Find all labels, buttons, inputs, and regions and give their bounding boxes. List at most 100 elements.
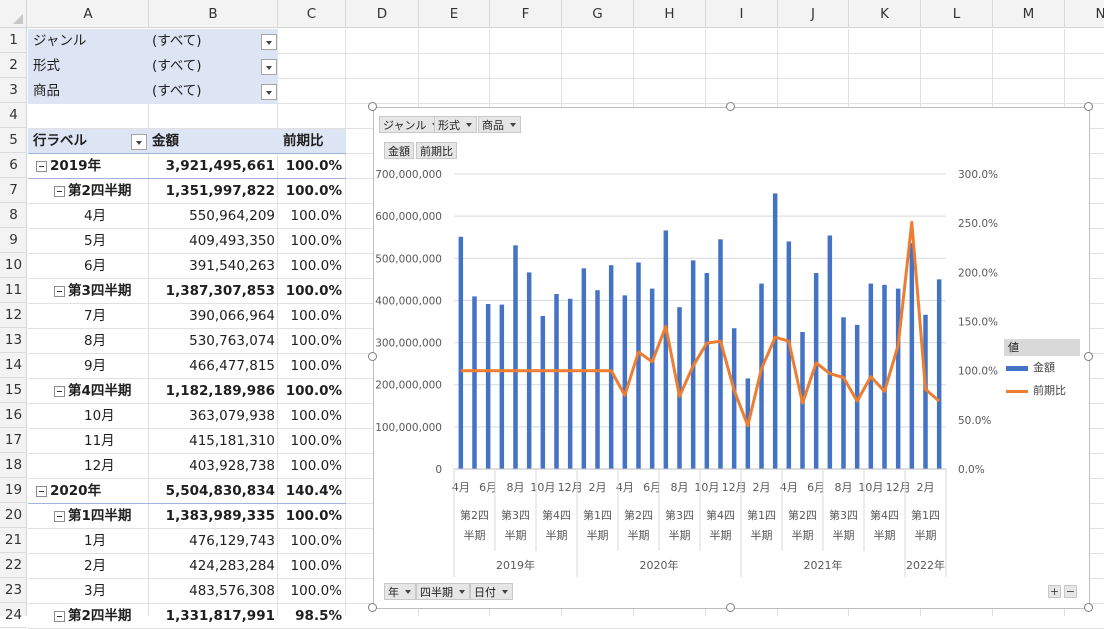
pivot-amount: 1,387,307,853 bbox=[165, 283, 275, 299]
column-header-m[interactable]: M bbox=[993, 0, 1065, 28]
filter-value[interactable]: (すべて) bbox=[152, 29, 202, 54]
resize-handle[interactable] bbox=[1084, 102, 1093, 111]
row-header-4[interactable]: 4 bbox=[0, 103, 27, 128]
row-header-18[interactable]: 18 bbox=[0, 453, 27, 478]
pivot-amount: 1,182,189,986 bbox=[165, 383, 275, 399]
y-tick-label: 700,000,000 bbox=[375, 169, 442, 181]
bar bbox=[608, 265, 614, 469]
column-header-b[interactable]: B bbox=[149, 0, 278, 28]
resize-handle[interactable] bbox=[726, 102, 735, 111]
bar bbox=[936, 279, 942, 469]
collapse-button[interactable] bbox=[54, 511, 65, 522]
row-header-11[interactable]: 11 bbox=[0, 278, 27, 303]
collapse-field-button[interactable]: − bbox=[1064, 585, 1077, 598]
quarter-label: 第4四 bbox=[706, 508, 735, 522]
row-header-19[interactable]: 19 bbox=[0, 478, 27, 503]
row-header-21[interactable]: 21 bbox=[0, 528, 27, 553]
collapse-button[interactable] bbox=[54, 186, 65, 197]
filter-dropdown-button[interactable] bbox=[261, 84, 277, 100]
collapse-button[interactable] bbox=[36, 161, 47, 172]
filter-dropdown-button[interactable] bbox=[261, 59, 277, 75]
bar bbox=[554, 294, 559, 469]
row-header-8[interactable]: 8 bbox=[0, 203, 27, 228]
column-header-a[interactable]: A bbox=[28, 0, 149, 28]
row-header-13[interactable]: 13 bbox=[0, 328, 27, 353]
pivot-ratio: 100.0% bbox=[290, 308, 342, 324]
bar bbox=[663, 230, 669, 469]
pivot-row-label: 第2四半期 bbox=[68, 183, 132, 199]
row-header-7[interactable]: 7 bbox=[0, 178, 27, 203]
bar bbox=[485, 303, 491, 469]
pivot-row-label: 6月 bbox=[84, 258, 107, 274]
filter-label: ジャンル bbox=[33, 33, 87, 49]
quarter-label-line2: 半期 bbox=[751, 528, 773, 542]
amount-header: 金額 bbox=[152, 133, 179, 149]
row-header-23[interactable]: 23 bbox=[0, 578, 27, 603]
bar bbox=[649, 288, 655, 469]
column-header-e[interactable]: E bbox=[419, 0, 490, 28]
pivot-amount: 403,928,738 bbox=[189, 458, 275, 474]
row-header-6[interactable]: 6 bbox=[0, 153, 27, 178]
filter-value[interactable]: (すべて) bbox=[152, 79, 202, 104]
row-header-10[interactable]: 10 bbox=[0, 253, 27, 278]
quarter-label: 第1四 bbox=[583, 508, 612, 522]
x-tick-label: 8月 bbox=[507, 481, 525, 494]
column-header-d[interactable]: D bbox=[346, 0, 419, 28]
row-header-20[interactable]: 20 bbox=[0, 503, 27, 528]
column-header-f[interactable]: F bbox=[490, 0, 562, 28]
y2-tick-label: 300.0% bbox=[958, 169, 998, 181]
row-header-1[interactable]: 1 bbox=[0, 28, 27, 53]
y-tick-label: 0 bbox=[435, 464, 442, 476]
pivot-row-label: 第4四半期 bbox=[68, 383, 132, 399]
x-tick-label: 8月 bbox=[671, 481, 689, 494]
row-header-16[interactable]: 16 bbox=[0, 403, 27, 428]
expand-field-button[interactable]: + bbox=[1048, 585, 1061, 598]
resize-handle[interactable] bbox=[368, 603, 377, 612]
row-header-17[interactable]: 17 bbox=[0, 428, 27, 453]
x-tick-label: 10月 bbox=[858, 481, 883, 494]
y-tick-label: 300,000,000 bbox=[375, 338, 442, 350]
column-header-g[interactable]: G bbox=[562, 0, 634, 28]
pivot-chart[interactable]: ジャンル 形式 商品 金額 前期比年四半期 日付 0 100,000,000 200,000,… bbox=[373, 107, 1090, 609]
resize-handle[interactable] bbox=[1084, 352, 1093, 361]
resize-handle[interactable] bbox=[368, 102, 377, 111]
pivot-ratio: 100.0% bbox=[290, 433, 342, 449]
quarter-label-line2: 半期 bbox=[874, 528, 896, 542]
row-header-12[interactable]: 12 bbox=[0, 303, 27, 328]
collapse-button[interactable] bbox=[36, 486, 47, 497]
column-header-j[interactable]: J bbox=[778, 0, 849, 28]
resize-handle[interactable] bbox=[368, 352, 377, 361]
filter-value[interactable]: (すべて) bbox=[152, 54, 202, 79]
collapse-button[interactable] bbox=[54, 611, 65, 622]
row-header-14[interactable]: 14 bbox=[0, 353, 27, 378]
filter-dropdown-button[interactable] bbox=[261, 34, 277, 50]
y2-tick-label: 200.0% bbox=[958, 267, 998, 279]
row-header-2[interactable]: 2 bbox=[0, 53, 27, 78]
column-header-l[interactable]: L bbox=[921, 0, 993, 28]
column-header-n[interactable]: N bbox=[1065, 0, 1104, 28]
pivot-row-label: 2019年 bbox=[50, 158, 102, 174]
column-header-k[interactable]: K bbox=[849, 0, 921, 28]
resize-handle[interactable] bbox=[726, 603, 735, 612]
x-tick-label: 12月 bbox=[886, 481, 911, 494]
row-header-15[interactable]: 15 bbox=[0, 378, 27, 403]
y-tick-label: 500,000,000 bbox=[375, 253, 442, 265]
row-labels-filter-button[interactable] bbox=[131, 134, 147, 150]
collapse-button[interactable] bbox=[54, 286, 65, 297]
column-header-h[interactable]: H bbox=[634, 0, 706, 28]
column-header-c[interactable]: C bbox=[278, 0, 346, 28]
column-header-i[interactable]: I bbox=[706, 0, 778, 28]
x-tick-label: 10月 bbox=[694, 481, 719, 494]
bar bbox=[567, 298, 573, 469]
row-header-3[interactable]: 3 bbox=[0, 78, 27, 103]
row-header-5[interactable]: 5 bbox=[0, 128, 27, 153]
y-tick-label: 400,000,000 bbox=[375, 295, 442, 307]
row-header-22[interactable]: 22 bbox=[0, 553, 27, 578]
row-header-9[interactable]: 9 bbox=[0, 228, 27, 253]
quarter-label: 第2四 bbox=[460, 508, 489, 522]
pivot-amount: 424,283,284 bbox=[189, 558, 275, 574]
select-all-corner[interactable] bbox=[0, 0, 27, 28]
quarter-label: 第1四 bbox=[747, 508, 776, 522]
collapse-button[interactable] bbox=[54, 386, 65, 397]
resize-handle[interactable] bbox=[1084, 603, 1093, 612]
